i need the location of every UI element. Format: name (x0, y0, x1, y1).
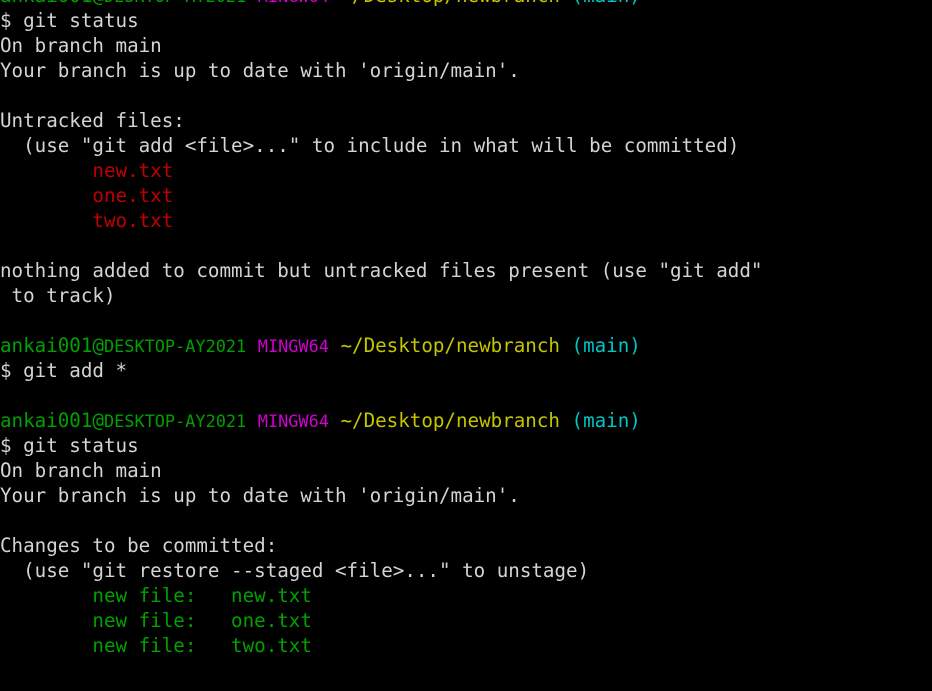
terminal-line-output: Your branch is up to date with 'origin/m… (0, 483, 932, 508)
terminal-segment-red: one.txt (92, 184, 174, 207)
terminal-segment-cyan: (main) (572, 0, 641, 7)
terminal-segment-default (0, 159, 92, 182)
terminal-segment-default (246, 409, 258, 432)
terminal-line-command: $ git status (0, 8, 932, 33)
terminal-segment-default: Your branch is up to date with 'origin/m… (0, 59, 520, 82)
terminal-segment-default: (use "git add <file>..." to include in w… (0, 134, 740, 157)
terminal-segment-default: On branch main (0, 34, 162, 57)
terminal-segment-magenta: MINGW64 (257, 411, 329, 431)
terminal-segment-default (560, 409, 572, 432)
terminal-segment-green: new file: two.txt (92, 634, 312, 657)
terminal-segment-yellow: ~/Desktop/newbranch (340, 0, 560, 7)
terminal-line-file: one.txt (0, 183, 932, 208)
terminal-segment-cyan: (main) (571, 334, 641, 357)
terminal-segment-cyan: (main) (571, 409, 641, 432)
terminal-line-output: Changes to be committed: (0, 533, 932, 558)
terminal-segment-red: two.txt (92, 209, 174, 232)
terminal-segment-default (329, 334, 341, 357)
terminal-segment-default (246, 334, 258, 357)
terminal-segment-default: Untracked files: (0, 109, 185, 132)
terminal-segment-green: ankai001@ (0, 0, 104, 7)
terminal-segment-default (0, 634, 92, 657)
terminal-segment-default: $ git add * (0, 359, 128, 382)
terminal-segment-yellow: ~/Desktop/newbranch (340, 334, 560, 357)
terminal-segment-default (0, 184, 92, 207)
terminal-line-file: new.txt (0, 158, 932, 183)
terminal-segment-magenta: MINGW64 (257, 336, 329, 356)
terminal-line-file: new file: one.txt (0, 608, 932, 633)
terminal-window[interactable]: ankai001@DESKTOP-AY2021 MINGW64 ~/Deskto… (0, 0, 932, 691)
terminal-segment-magenta: MINGW64 (258, 0, 329, 6)
terminal-segment-default (0, 609, 92, 632)
terminal-segment-red: new.txt (92, 159, 174, 182)
terminal-segment-green: DESKTOP-AY2021 (103, 411, 247, 431)
terminal-segment-default: Your branch is up to date with 'origin/m… (0, 484, 520, 507)
terminal-line-output: (use "git add <file>..." to include in w… (0, 133, 932, 158)
terminal-line-output: On branch main (0, 33, 932, 58)
terminal-segment-default (0, 584, 92, 607)
terminal-line-output: to track) (0, 283, 932, 308)
terminal-line-output: Untracked files: (0, 108, 932, 133)
terminal-segment-default: On branch main (0, 459, 162, 482)
terminal-segment-default: to track) (0, 284, 116, 307)
terminal-segment-green: DESKTOP-AY2021 (103, 336, 247, 356)
terminal-line-prompt: ankai001@DESKTOP-AY2021 MINGW64 ~/Deskto… (0, 0, 932, 8)
terminal-line-prompt: ankai001@DESKTOP-AY2021 MINGW64 ~/Deskto… (0, 408, 932, 433)
terminal-line-command: $ git status (0, 433, 932, 458)
terminal-line-file: two.txt (0, 208, 932, 233)
terminal-line-file: new file: two.txt (0, 633, 932, 658)
terminal-segment-default (329, 409, 341, 432)
terminal-segment-default (246, 0, 258, 7)
terminal-segment-default: Changes to be committed: (0, 534, 278, 557)
terminal-segment-default (560, 0, 572, 7)
terminal-line-prompt: ankai001@DESKTOP-AY2021 MINGW64 ~/Deskto… (0, 333, 932, 358)
terminal-line-file: new file: new.txt (0, 583, 932, 608)
terminal-segment-green: ankai001@ (0, 334, 104, 357)
terminal-segment-default: (use "git restore --staged <file>..." to… (0, 559, 590, 582)
terminal-line-output: (use "git restore --staged <file>..." to… (0, 558, 932, 583)
terminal-segment-green: new file: one.txt (92, 609, 312, 632)
terminal-line-output: Your branch is up to date with 'origin/m… (0, 58, 932, 83)
terminal-segment-default: nothing added to commit but untracked fi… (0, 259, 763, 282)
terminal-segment-green: DESKTOP-AY2021 (104, 0, 246, 6)
terminal-segment-default (329, 0, 341, 7)
terminal-segment-green: ankai001@ (0, 409, 104, 432)
terminal-segment-default (560, 334, 572, 357)
terminal-segment-green: new file: new.txt (92, 584, 312, 607)
terminal-segment-default: $ git status (0, 434, 139, 457)
terminal-line-output: nothing added to commit but untracked fi… (0, 258, 932, 283)
terminal-line-output: On branch main (0, 458, 932, 483)
terminal-segment-default (0, 209, 92, 232)
terminal-segment-default: $ git status (0, 9, 139, 32)
terminal-segment-yellow: ~/Desktop/newbranch (340, 409, 560, 432)
terminal-scrollback-buffer: ankai001@DESKTOP-AY2021 MINGW64 ~/Deskto… (0, 0, 932, 658)
terminal-line-command: $ git add * (0, 358, 932, 383)
